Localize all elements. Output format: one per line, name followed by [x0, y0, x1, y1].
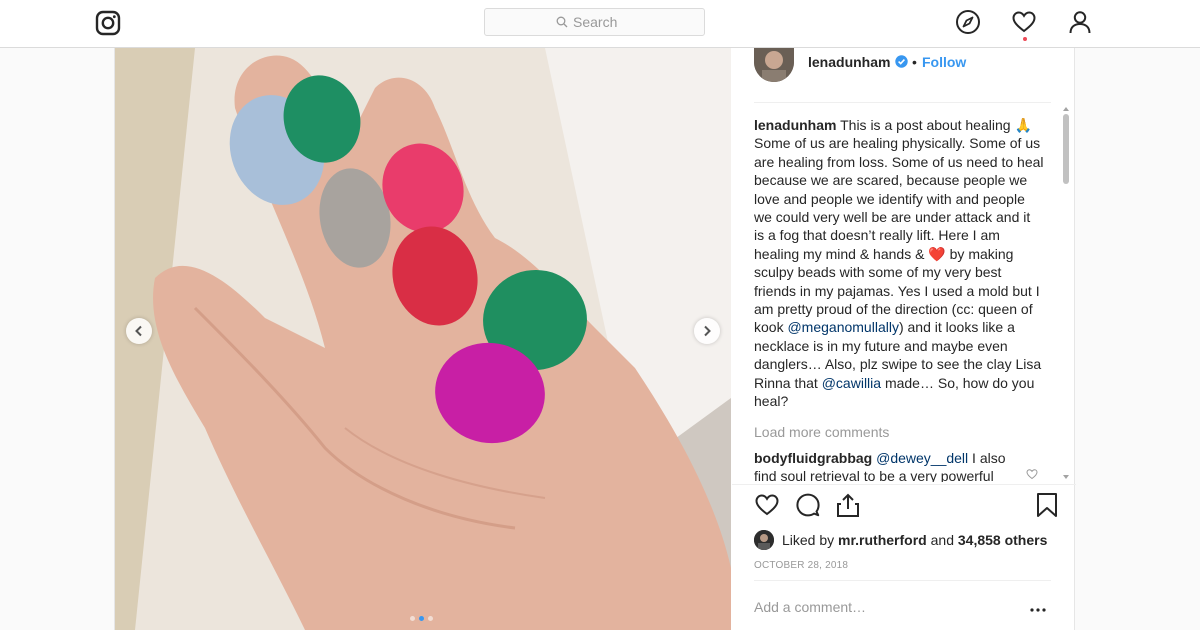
- share-icon[interactable]: [835, 492, 861, 518]
- comments-section: lenadunham This is a post about healing …: [754, 116, 1044, 482]
- mention-link[interactable]: @dewey__dell: [876, 450, 968, 466]
- carousel-indicator: [410, 616, 433, 621]
- add-comment-input[interactable]: [754, 599, 1014, 615]
- heart-icon[interactable]: [1011, 9, 1037, 35]
- search-input[interactable]: [573, 14, 633, 30]
- caption: lenadunham This is a post about healing …: [754, 116, 1044, 411]
- compass-icon[interactable]: [955, 9, 981, 35]
- search-box[interactable]: [484, 8, 705, 36]
- profile-icon[interactable]: [1067, 9, 1093, 35]
- post-card: lenadunham • Follow lenadunham This is a…: [114, 48, 1076, 630]
- top-navigation: [0, 0, 1200, 48]
- search-icon: [556, 16, 568, 28]
- separator-dot: •: [912, 54, 917, 70]
- post-header: lenadunham • Follow: [732, 48, 1076, 103]
- scroll-down-arrow-icon[interactable]: [1062, 474, 1070, 480]
- comment: bodyfluidgrabbag @dewey__dell I also fin…: [754, 449, 1014, 482]
- avatar-image: [754, 48, 794, 82]
- next-slide-button[interactable]: [694, 318, 720, 344]
- post-actions: [754, 492, 1059, 520]
- comment-icon[interactable]: [795, 492, 821, 518]
- bookmark-icon[interactable]: [1034, 492, 1060, 518]
- chevron-left-icon: [135, 325, 142, 337]
- post-photo[interactable]: [115, 48, 731, 630]
- scroll-up-arrow-icon[interactable]: [1062, 106, 1070, 112]
- caption-username[interactable]: lenadunham: [754, 117, 836, 133]
- carousel-dot: [410, 616, 415, 621]
- post-sidebar: lenadunham • Follow lenadunham This is a…: [732, 48, 1076, 630]
- notification-dot: [1023, 37, 1027, 41]
- like-icon[interactable]: [754, 492, 780, 518]
- username[interactable]: lenadunham: [808, 54, 890, 70]
- photo-clay-beads-in-hand: [115, 48, 731, 630]
- divider: [732, 484, 1076, 485]
- mention-link[interactable]: @cawillia: [822, 375, 881, 391]
- liked-by-user[interactable]: mr.rutherford: [838, 532, 927, 548]
- comment-username[interactable]: bodyfluidgrabbag: [754, 450, 872, 466]
- caption-text: This is a post about healing 🙏 Some of u…: [754, 117, 1044, 336]
- verified-badge-icon: [895, 55, 908, 68]
- scroll-thumb[interactable]: [1063, 114, 1069, 184]
- follow-button[interactable]: Follow: [922, 54, 966, 70]
- liker-avatar-image: [754, 530, 774, 550]
- divider: [754, 580, 1051, 581]
- mention-link[interactable]: @meganomullally: [787, 319, 898, 335]
- more-options-icon[interactable]: [1030, 608, 1046, 612]
- instagram-icon[interactable]: [95, 10, 121, 36]
- avatar[interactable]: [754, 48, 794, 82]
- previous-slide-button[interactable]: [126, 318, 152, 344]
- liked-by-prefix: Liked by: [782, 532, 835, 548]
- chevron-right-icon: [704, 325, 711, 337]
- divider: [754, 102, 1051, 103]
- carousel-dot: [428, 616, 433, 621]
- post-date[interactable]: OCTOBER 28, 2018: [754, 560, 848, 571]
- liker-avatar[interactable]: [754, 530, 774, 550]
- likes-count[interactable]: 34,858 others: [958, 532, 1048, 548]
- liked-by-and: and: [930, 532, 954, 548]
- carousel-dot-active: [419, 616, 424, 621]
- likes-summary: Liked by mr.rutherford and 34,858 others: [754, 530, 1047, 550]
- load-more-comments-button[interactable]: Load more comments: [754, 423, 1044, 441]
- like-comment-icon[interactable]: [1026, 468, 1038, 480]
